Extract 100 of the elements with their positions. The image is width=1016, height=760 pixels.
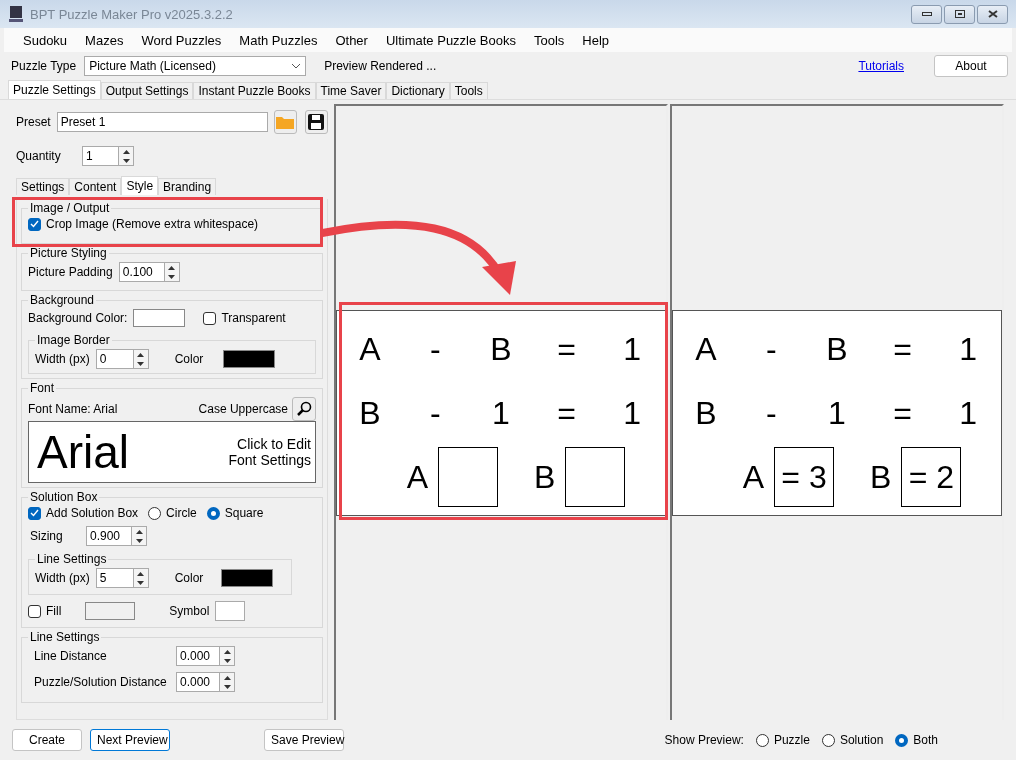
radio-label: Solution xyxy=(839,733,884,747)
font-preview[interactable]: Arial Click to Edit Font Settings xyxy=(28,421,316,483)
number-field[interactable]: 0 xyxy=(95,349,134,369)
close-icon xyxy=(987,10,998,18)
equation-symbol: 1 xyxy=(623,330,642,368)
up-arrow-icon xyxy=(223,675,231,680)
tutorials-link[interactable]: Tutorials xyxy=(858,59,904,73)
down-arrow-icon xyxy=(223,658,231,663)
menu-item[interactable]: Ultimate Puzzle Books xyxy=(376,32,525,48)
menu-item[interactable]: Word Puzzles xyxy=(132,32,231,48)
symbol-field[interactable] xyxy=(215,601,246,621)
quantity-label: Quantity xyxy=(16,149,62,163)
equation-symbol: - xyxy=(766,330,777,368)
width-label: Width (px) xyxy=(35,571,90,585)
spinner-control[interactable] xyxy=(220,646,235,666)
color-swatch[interactable] xyxy=(221,569,274,587)
menu-item[interactable]: Tools xyxy=(525,32,574,48)
tab[interactable]: Dictionary xyxy=(386,82,450,99)
group-title: Image / Output xyxy=(29,201,111,215)
puzzle-type-dropdown[interactable]: Picture Math (Licensed) xyxy=(84,56,307,76)
equation-symbol: = xyxy=(557,330,576,368)
check-icon xyxy=(30,220,39,228)
radio-button[interactable] xyxy=(821,733,835,747)
up-arrow-icon xyxy=(135,529,143,534)
color-swatch[interactable] xyxy=(223,350,276,368)
about-button[interactable]: About xyxy=(934,55,1008,77)
tab[interactable]: Settings xyxy=(16,178,70,195)
tab[interactable]: Output Settings xyxy=(100,82,194,99)
spinner-control[interactable] xyxy=(119,146,134,166)
color-swatch[interactable] xyxy=(133,309,186,327)
group-title: Line Settings xyxy=(36,552,108,566)
spinner-control[interactable] xyxy=(132,526,147,546)
number-field[interactable]: 0.000 xyxy=(176,672,220,692)
caret-icon xyxy=(291,63,302,69)
menu-item[interactable]: Help xyxy=(573,32,619,48)
action-button[interactable]: Next Preview xyxy=(90,729,170,751)
equation-symbol: B xyxy=(359,394,381,432)
up-arrow-icon xyxy=(137,571,145,576)
equation-symbol: = xyxy=(893,394,912,432)
color-swatch[interactable] xyxy=(85,602,136,620)
color-label: Color xyxy=(174,352,204,366)
check-icon xyxy=(30,509,39,517)
menu-item[interactable]: Other xyxy=(326,32,377,48)
menu-item[interactable]: Math Puzzles xyxy=(230,32,327,48)
spinner-control[interactable] xyxy=(220,672,235,692)
search-icon[interactable] xyxy=(292,397,316,421)
number-field[interactable]: 0.900 xyxy=(86,526,132,546)
app-logo-icon xyxy=(8,5,24,23)
down-arrow-icon xyxy=(137,361,145,366)
equation-symbol: - xyxy=(766,394,777,432)
line-distance-label: Line Distance xyxy=(34,649,108,663)
up-arrow-icon xyxy=(223,649,231,654)
case-label: Case Uppercase xyxy=(198,402,288,416)
tab[interactable]: Puzzle Settings xyxy=(8,80,101,99)
checkbox[interactable] xyxy=(28,217,41,231)
tab[interactable]: Content xyxy=(69,178,122,195)
radio-button[interactable] xyxy=(206,506,220,520)
menu-item[interactable]: Sudoku xyxy=(14,32,77,48)
sizing-label: Sizing xyxy=(30,529,64,543)
answer-box: = 2 xyxy=(901,447,962,507)
tab[interactable]: Style xyxy=(121,176,159,195)
puzzle-type-label: Puzzle Type xyxy=(11,59,77,73)
edit-font-hint: Click to Edit Font Settings xyxy=(228,436,311,468)
answer-box xyxy=(565,447,626,507)
window-title: BPT Puzzle Maker Pro v2025.3.2.2 xyxy=(30,6,233,22)
equation-symbol: B xyxy=(870,458,892,496)
close-button[interactable] xyxy=(977,4,1008,24)
maximize-button[interactable] xyxy=(944,4,975,24)
group-title: Font xyxy=(29,381,55,395)
action-button[interactable]: Create xyxy=(12,729,82,751)
down-arrow-icon xyxy=(122,158,130,163)
font-name-label: Font Name: Arial xyxy=(28,402,118,416)
tab[interactable]: Tools xyxy=(449,82,488,99)
menu-item[interactable]: Mazes xyxy=(76,32,133,48)
radio-label: Puzzle xyxy=(773,733,810,747)
radio-button[interactable] xyxy=(895,733,909,747)
number-field[interactable]: 0.000 xyxy=(176,646,220,666)
tab[interactable]: Time Saver xyxy=(315,82,387,99)
number-field[interactable]: 1 xyxy=(82,146,119,166)
number-field[interactable]: 0.100 xyxy=(118,262,165,282)
save-preview-button[interactable]: Save Preview xyxy=(264,729,344,751)
save-icon[interactable] xyxy=(304,110,328,134)
tab[interactable]: Instant Puzzle Books xyxy=(193,82,316,99)
down-arrow-icon xyxy=(137,580,145,585)
equation-symbol: = xyxy=(893,330,912,368)
width-label: Width (px) xyxy=(35,352,90,366)
radio-button[interactable] xyxy=(755,733,769,747)
minimize-button[interactable] xyxy=(911,4,942,24)
preset-field[interactable]: Preset 1 xyxy=(56,112,268,132)
equation-symbol: A xyxy=(695,330,717,368)
tab[interactable]: Branding xyxy=(158,178,217,195)
checkbox[interactable] xyxy=(28,604,41,618)
checkbox-label: Add Solution Box xyxy=(46,506,139,520)
equation-symbol: 1 xyxy=(623,394,642,432)
number-field[interactable]: 5 xyxy=(95,568,134,588)
checkbox-label: Crop Image (Remove extra whitespace) xyxy=(46,217,259,231)
checkbox[interactable] xyxy=(28,506,41,520)
radio-label: Square xyxy=(224,506,264,520)
radio-button[interactable] xyxy=(148,506,162,520)
checkbox[interactable] xyxy=(203,311,217,325)
